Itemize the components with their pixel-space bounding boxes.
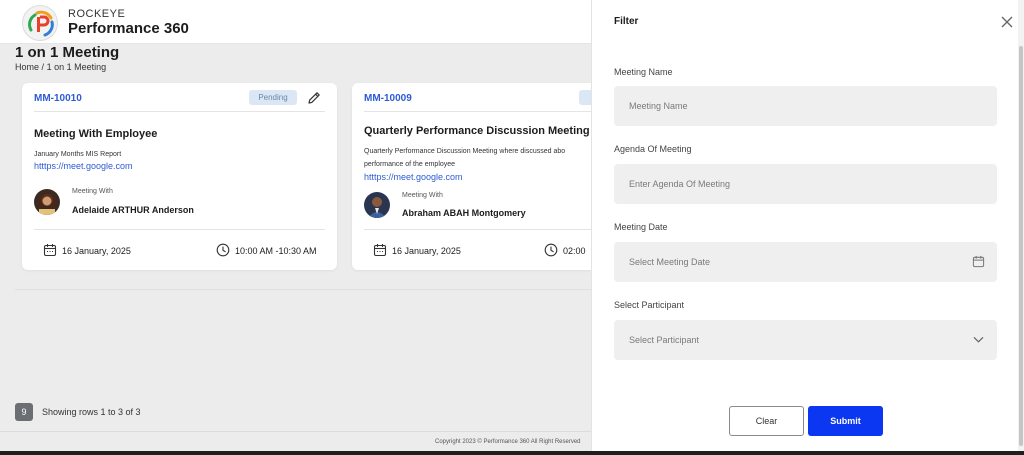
- meeting-name-input[interactable]: [614, 86, 997, 126]
- meeting-date: 16 January, 2025: [392, 246, 461, 256]
- breadcrumb-separator: /: [41, 62, 45, 72]
- participant-name: Adelaide ARTHUR Anderson: [72, 205, 194, 215]
- meeting-title: Meeting With Employee: [34, 128, 158, 140]
- meeting-description-line: Quarterly Performance Discussion Meeting…: [364, 148, 566, 155]
- meeting-link[interactable]: htttps://meet.google.com: [34, 161, 133, 171]
- meeting-time: 02:00: [563, 246, 586, 256]
- meeting-description-line: performance of the employee: [364, 161, 456, 168]
- clock-icon: [216, 243, 230, 257]
- calendar-icon: [373, 244, 387, 257]
- meeting-link[interactable]: htttps://meet.google.com: [364, 172, 463, 182]
- avatar: [34, 189, 60, 215]
- clock-icon: [544, 243, 558, 257]
- page-title: 1 on 1 Meeting: [15, 44, 120, 61]
- meeting-with-label: Meeting With: [402, 192, 443, 199]
- meeting-name-label: Meeting Name: [614, 67, 673, 77]
- submit-button[interactable]: Submit: [808, 406, 883, 436]
- meeting-description: Quarterly Performance Discussion Meeting…: [364, 145, 565, 171]
- participant-select[interactable]: Select Participant: [614, 320, 997, 360]
- participant-avatar-icon: [364, 192, 390, 218]
- rows-per-page-select[interactable]: 9: [15, 403, 33, 421]
- brand-company: ROCKEYE: [68, 8, 126, 20]
- card-divider: [34, 111, 325, 112]
- footer-divider: [0, 431, 591, 432]
- card-divider: [364, 229, 592, 230]
- brand-product: Performance 360: [68, 20, 189, 37]
- calendar-icon[interactable]: [972, 255, 985, 268]
- meeting-card[interactable]: MM-10009 P Quarterly Performance Discuss…: [352, 83, 592, 270]
- copyright-text: Copyright 2023 © Performance 360 All Rig…: [435, 439, 581, 445]
- breadcrumb-home[interactable]: Home: [15, 62, 39, 72]
- participant-label: Select Participant: [614, 300, 685, 310]
- meeting-id[interactable]: MM-10010: [34, 93, 82, 104]
- avatar: [364, 192, 390, 218]
- meeting-title: Quarterly Performance Discussion Meeting: [364, 125, 590, 137]
- logo-mark-icon: [28, 10, 54, 37]
- brand-logo[interactable]: [22, 5, 58, 41]
- bottom-strip: [0, 451, 1024, 455]
- meeting-date-placeholder: Select Meeting Date: [629, 257, 711, 267]
- participant-name: Abraham ABAH Montgomery: [402, 208, 526, 218]
- meeting-with-label: Meeting With: [72, 188, 113, 195]
- agenda-label: Agenda Of Meeting: [614, 144, 692, 154]
- meeting-date: 16 January, 2025: [62, 246, 131, 256]
- clear-button[interactable]: Clear: [729, 406, 804, 436]
- meeting-description: January Months MIS Report: [34, 148, 121, 161]
- list-divider: [15, 289, 591, 290]
- breadcrumb: Home / 1 on 1 Meeting: [15, 62, 106, 72]
- meeting-card[interactable]: MM-10010 Pending Meeting With Employee J…: [22, 83, 337, 270]
- calendar-icon: [43, 244, 57, 257]
- card-divider: [34, 229, 325, 230]
- pencil-icon[interactable]: [306, 90, 322, 106]
- pagination-summary: Showing rows 1 to 3 of 3: [42, 407, 141, 417]
- participant-avatar-icon: [34, 189, 60, 215]
- breadcrumb-current: 1 on 1 Meeting: [46, 62, 107, 72]
- meeting-date-label: Meeting Date: [614, 222, 668, 232]
- status-badge: Pending: [249, 90, 297, 105]
- chevron-down-icon[interactable]: [972, 333, 985, 346]
- participant-placeholder: Select Participant: [629, 335, 700, 345]
- filter-panel: Filter Meeting Name Agenda Of Meeting Me…: [591, 0, 1018, 451]
- filter-title: Filter: [614, 16, 639, 27]
- meeting-time: 10:00 AM -10:30 AM: [235, 246, 317, 256]
- agenda-input[interactable]: [614, 164, 997, 204]
- meeting-description-line: January Months MIS Report: [34, 151, 122, 158]
- scrollbar-thumb[interactable]: [1019, 46, 1023, 446]
- card-divider: [364, 111, 592, 112]
- meeting-date-picker[interactable]: Select Meeting Date: [614, 242, 997, 282]
- meeting-id[interactable]: MM-10009: [364, 93, 412, 104]
- close-icon[interactable]: [1000, 15, 1014, 29]
